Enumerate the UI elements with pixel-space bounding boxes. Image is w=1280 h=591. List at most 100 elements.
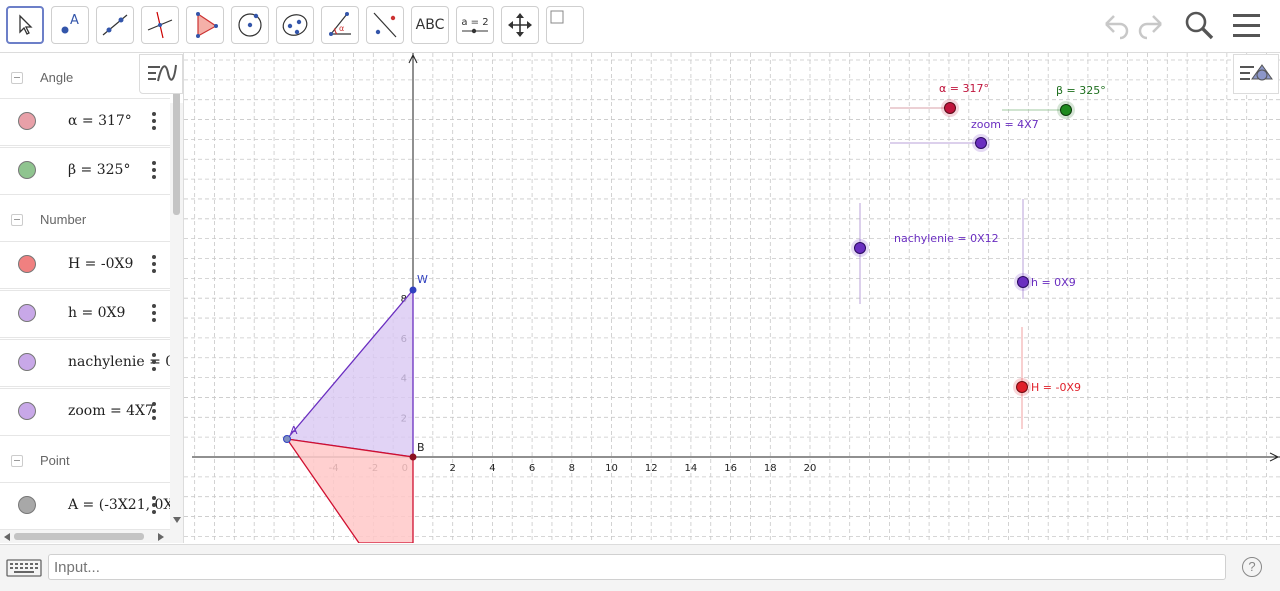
algebra-row-zoom[interactable]: zoom = 4X7 xyxy=(0,388,170,436)
move-tool-button[interactable] xyxy=(6,6,44,44)
collapse-icon[interactable] xyxy=(11,213,23,226)
slider-nachylenie-handle[interactable] xyxy=(854,242,866,254)
algebra-row-A[interactable]: A = (-3X21, 0X4 xyxy=(0,482,182,530)
svg-text:α: α xyxy=(339,24,344,33)
circle-icon xyxy=(238,13,262,37)
keyboard-icon[interactable] xyxy=(4,553,44,581)
algebra-row-H[interactable]: H = -0X9 xyxy=(0,241,170,289)
more-options-icon[interactable] xyxy=(152,255,156,273)
graphics-style-button[interactable] xyxy=(1233,54,1279,94)
more-options-icon[interactable] xyxy=(152,353,156,371)
slider-icon xyxy=(462,28,488,33)
visibility-toggle[interactable] xyxy=(18,112,36,130)
polygon-AWB[interactable] xyxy=(285,288,414,458)
reflect-icon xyxy=(373,12,397,38)
checkbox-icon xyxy=(550,10,564,24)
scroll-down-icon[interactable] xyxy=(172,516,182,524)
text-tool-label: ABC xyxy=(415,17,445,33)
visibility-toggle[interactable] xyxy=(18,304,36,322)
x-tick-label: 6 xyxy=(529,463,535,474)
algebra-row-text: β = 325° xyxy=(68,162,131,178)
perpendicular-icon xyxy=(147,11,173,39)
line-tool-button[interactable] xyxy=(96,6,134,44)
vertical-scroll-thumb[interactable] xyxy=(173,81,180,215)
graphics-canvas[interactable]: -4-202468101214161820 2468 W B A α = 317… xyxy=(184,53,1280,543)
group-header-number[interactable]: Number xyxy=(0,197,170,242)
input-bar: ? xyxy=(0,544,1280,591)
x-tick-label: 20 xyxy=(804,463,817,474)
angle-tool-button[interactable]: α xyxy=(321,6,359,44)
x-tick-label: 12 xyxy=(645,463,658,474)
collapse-icon[interactable] xyxy=(11,71,23,84)
collapse-icon[interactable] xyxy=(11,454,23,467)
slider-H-handle[interactable] xyxy=(1016,381,1028,393)
slider-tool-label: a = 2 xyxy=(461,16,489,28)
algebra-row-nachylenie[interactable]: nachylenie = 0X12 xyxy=(0,339,183,387)
more-options-icon[interactable] xyxy=(152,496,156,514)
algebra-style-button[interactable] xyxy=(139,54,183,94)
slider-nachylenie-label: nachylenie = 0X12 xyxy=(894,232,999,245)
horizontal-scroll-thumb[interactable] xyxy=(14,533,144,540)
move-arrows-icon xyxy=(508,13,532,37)
input-field-container[interactable] xyxy=(48,554,1226,580)
line-icon xyxy=(102,14,128,36)
help-icon[interactable]: ? xyxy=(1242,557,1262,577)
visibility-toggle[interactable] xyxy=(18,353,36,371)
visibility-toggle[interactable] xyxy=(18,255,36,273)
visibility-toggle[interactable] xyxy=(18,402,36,420)
toolbar: A α ABC a = 2 xyxy=(0,0,1280,53)
point-B-label: B xyxy=(417,441,425,454)
algebra-view: Angle α = 317° β = 325° Number H = -0X9 … xyxy=(0,53,184,543)
visibility-toggle[interactable] xyxy=(18,496,36,514)
algebra-input[interactable] xyxy=(49,555,1225,579)
slider-H-label: H = -0X9 xyxy=(1031,381,1081,394)
slider-tool-button[interactable]: a = 2 xyxy=(456,6,494,44)
algebra-row-text: zoom = 4X7 xyxy=(68,403,154,419)
algebra-row-text: α = 317° xyxy=(68,113,132,129)
graphics-view[interactable]: -4-202468101214161820 2468 W B A α = 317… xyxy=(184,53,1280,543)
more-options-icon[interactable] xyxy=(152,161,156,179)
checkbox-tool-button[interactable] xyxy=(546,6,584,44)
point-W[interactable] xyxy=(409,286,417,294)
slider-h-handle[interactable] xyxy=(1017,276,1029,288)
more-options-icon[interactable] xyxy=(152,304,156,322)
slider-h-label: h = 0X9 xyxy=(1031,276,1076,289)
move-graphics-tool-button[interactable] xyxy=(501,6,539,44)
scroll-left-icon[interactable] xyxy=(3,532,11,542)
point-B[interactable] xyxy=(409,453,417,461)
slider-zoom-label: zoom = 4X7 xyxy=(971,118,1039,131)
algebra-row-text: A = (-3X21, 0X4 xyxy=(68,497,183,513)
group-header-point[interactable]: Point xyxy=(0,438,170,483)
ellipse-tool-button[interactable] xyxy=(276,6,314,44)
search-icon[interactable] xyxy=(1183,10,1215,42)
scroll-right-icon[interactable] xyxy=(157,532,165,542)
text-tool-button[interactable]: ABC xyxy=(411,6,449,44)
graphics-style-icon xyxy=(1240,64,1273,81)
undo-icon[interactable] xyxy=(1100,10,1130,40)
x-tick-label: 16 xyxy=(724,463,737,474)
menu-icon[interactable] xyxy=(1232,10,1262,40)
algebra-row-beta[interactable]: β = 325° xyxy=(0,147,170,195)
slider-zoom-handle[interactable] xyxy=(975,137,987,149)
perpendicular-tool-button[interactable] xyxy=(141,6,179,44)
point-icon: A xyxy=(61,13,79,34)
reflect-tool-button[interactable] xyxy=(366,6,404,44)
visibility-toggle[interactable] xyxy=(18,161,36,179)
more-options-icon[interactable] xyxy=(152,402,156,420)
algebra-row-text: h = 0X9 xyxy=(68,305,126,321)
x-tick-label: 10 xyxy=(605,463,618,474)
algebra-row-h[interactable]: h = 0X9 xyxy=(0,290,170,338)
slider-alpha-handle[interactable] xyxy=(944,102,956,114)
x-tick-label: 2 xyxy=(450,463,456,474)
polygon-tool-button[interactable] xyxy=(186,6,224,44)
slider-beta-label: β = 325° xyxy=(1056,84,1106,97)
slider-beta-handle[interactable] xyxy=(1060,104,1072,116)
circle-tool-button[interactable] xyxy=(231,6,269,44)
x-tick-label: 18 xyxy=(764,463,777,474)
x-tick-label: 4 xyxy=(489,463,495,474)
more-options-icon[interactable] xyxy=(152,112,156,130)
point-tool-button[interactable]: A xyxy=(51,6,89,44)
algebra-row-alpha[interactable]: α = 317° xyxy=(0,98,170,146)
polygon-ABC[interactable] xyxy=(285,438,414,543)
redo-icon[interactable] xyxy=(1137,10,1167,40)
